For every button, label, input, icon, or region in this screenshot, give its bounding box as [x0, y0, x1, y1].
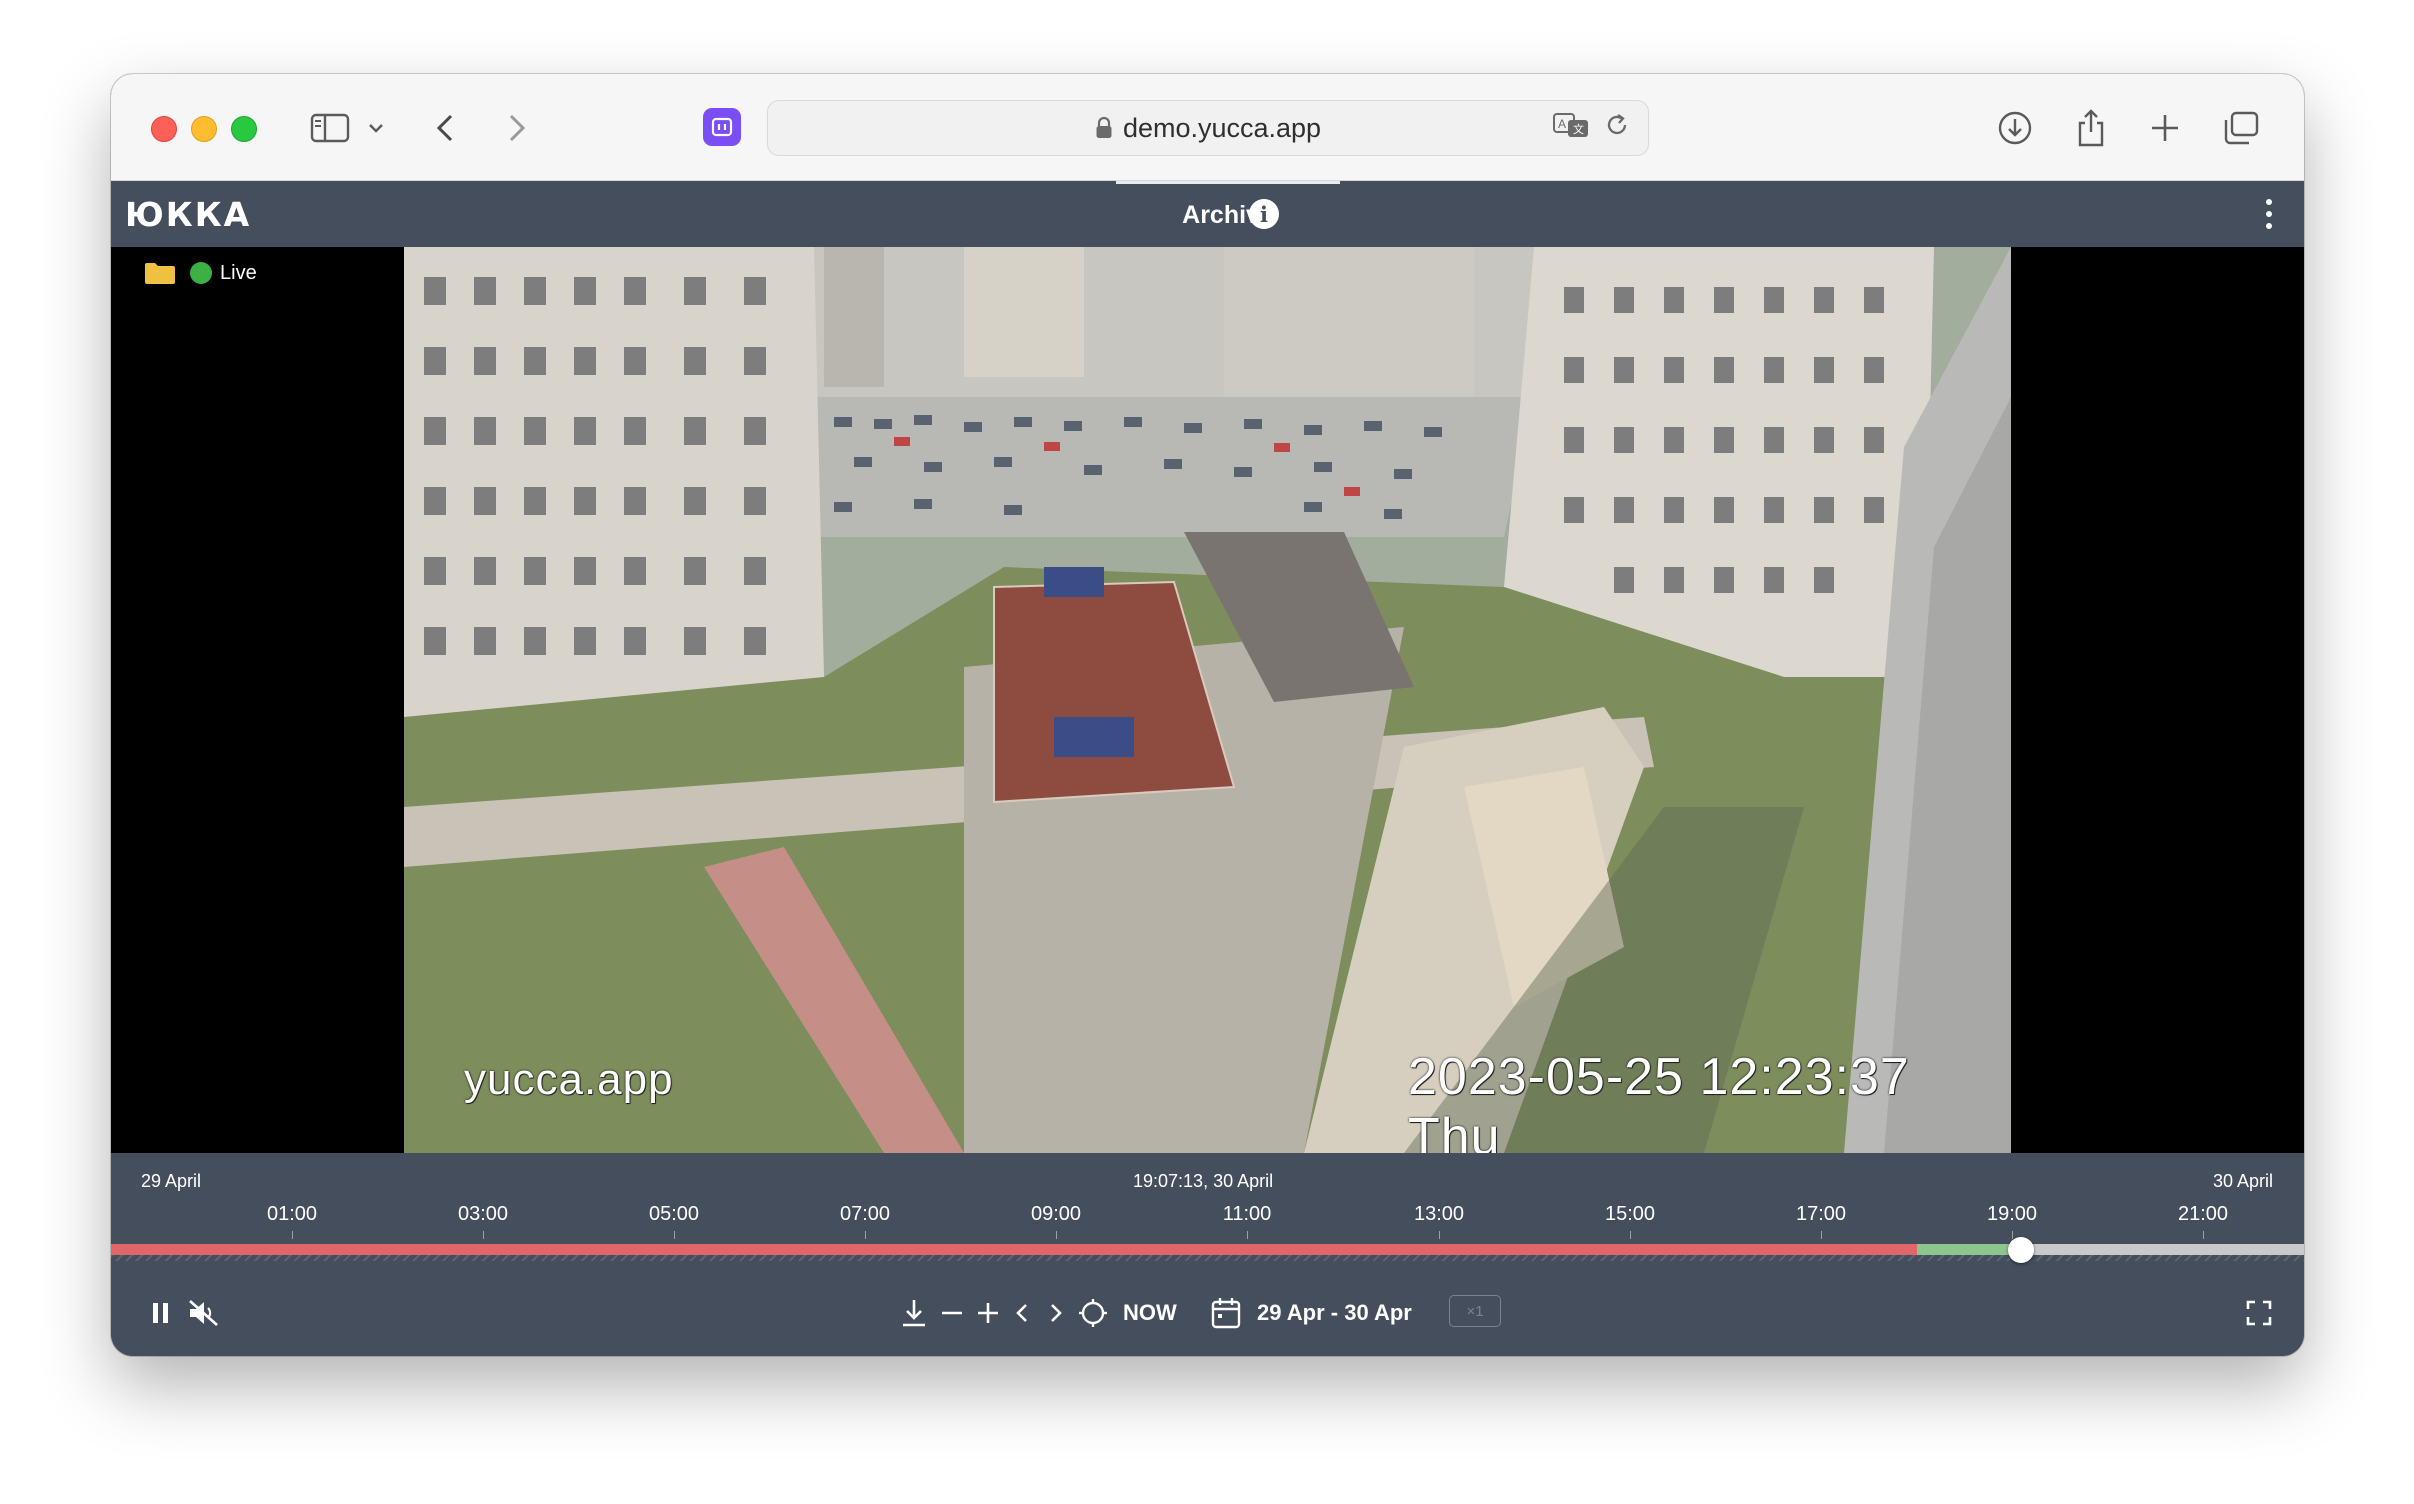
hour-label: 17:00	[1795, 1203, 1847, 1225]
lock-icon	[1095, 116, 1113, 140]
timeline-playhead[interactable]	[2008, 1237, 2034, 1263]
hour-label: 15:00	[1604, 1203, 1656, 1225]
address-bar[interactable]: demo.yucca.app A文	[767, 100, 1649, 156]
step-back-icon[interactable]	[1011, 1295, 1033, 1331]
step-forward-icon[interactable]	[1045, 1295, 1067, 1331]
date-range-button[interactable]: 29 Apr - 30 Apr	[1257, 1295, 1412, 1331]
playback-speed-button[interactable]: ×1	[1449, 1295, 1501, 1327]
video-timestamp: 2023-05-25 12:23:37 Thu	[1408, 1048, 1910, 1153]
svg-text:文: 文	[1573, 122, 1584, 136]
calendar-icon[interactable]	[1209, 1295, 1243, 1331]
translate-icon[interactable]: A文	[1552, 111, 1590, 144]
hour-label: 05:00	[648, 1203, 700, 1225]
timeline-hatch	[111, 1255, 2304, 1261]
camera-scene	[404, 247, 2011, 1153]
hour-label: 21:00	[2177, 1203, 2229, 1225]
download-clip-icon[interactable]	[899, 1295, 929, 1331]
chevron-down-icon[interactable]	[365, 106, 387, 150]
sidebar-toggle-icon[interactable]	[307, 106, 353, 150]
timeline-end-date: 30 April	[2212, 1171, 2273, 1191]
fullscreen-icon[interactable]	[2243, 1295, 2275, 1331]
hour-label: 19:00	[1986, 1203, 2038, 1225]
timeline[interactable]: 29 April 19:07:13, 30 April 30 April 01:…	[111, 1153, 2304, 1273]
hour-label: 11:00	[1222, 1203, 1272, 1225]
recorded-segment	[111, 1244, 1917, 1255]
reload-icon[interactable]	[1604, 111, 1630, 144]
camera-video[interactable]: yucca.app 2023-05-25 12:23:37 Thu	[404, 247, 2011, 1153]
tick-mark	[1821, 1231, 1822, 1239]
hour-label: 01:00	[266, 1203, 318, 1225]
forward-icon[interactable]	[505, 106, 529, 150]
app-header: ЮККА Archive i	[111, 181, 2304, 247]
tick-mark	[1630, 1231, 1631, 1239]
timeline-track[interactable]	[111, 1244, 2304, 1255]
pause-icon[interactable]	[147, 1295, 175, 1331]
tick-mark	[1056, 1231, 1057, 1239]
browser-toolbar: demo.yucca.app A文	[111, 74, 2304, 181]
tick-mark	[2203, 1231, 2204, 1239]
mute-icon[interactable]	[185, 1295, 223, 1331]
zoom-out-icon[interactable]	[939, 1295, 965, 1331]
folder-icon	[144, 261, 176, 285]
live-status-icon	[190, 262, 212, 284]
tick-mark	[865, 1231, 866, 1239]
timeline-current-time: 19:07:13, 30 April	[1133, 1171, 1274, 1191]
crosshair-icon[interactable]	[1077, 1295, 1109, 1331]
now-button[interactable]: NOW	[1123, 1295, 1177, 1331]
tab-archive[interactable]: Archive	[1116, 181, 1340, 247]
tick-mark	[292, 1231, 293, 1239]
url-text: demo.yucca.app	[1122, 112, 1322, 143]
back-icon[interactable]	[433, 106, 457, 150]
new-tab-icon[interactable]	[2145, 106, 2185, 150]
video-stage: Live yucca.app 2023-05-25 12:23:37 Thu	[111, 247, 2304, 1153]
hour-label: 07:00	[839, 1203, 891, 1225]
tick-mark	[1247, 1231, 1248, 1239]
zoom-in-icon[interactable]	[975, 1295, 1001, 1331]
close-window-button[interactable]	[151, 116, 177, 142]
tick-mark	[483, 1231, 484, 1239]
tab-overview-icon[interactable]	[2219, 106, 2263, 150]
info-icon[interactable]: i	[1249, 199, 1279, 229]
browser-window: demo.yucca.app A文 ЮККА Archive i Live yu…	[111, 74, 2304, 1356]
played-segment	[1917, 1244, 2021, 1255]
extension-icon[interactable]	[703, 108, 741, 146]
hour-label: 03:00	[457, 1203, 509, 1225]
player-controls: NOW 29 Apr - 30 Apr ×1	[111, 1273, 2304, 1356]
live-label: Live	[220, 261, 257, 284]
video-watermark: yucca.app	[464, 1055, 674, 1104]
tick-mark	[2012, 1231, 2013, 1239]
hour-label: 09:00	[1030, 1203, 1082, 1225]
sidebar-item-live[interactable]: Live	[144, 261, 257, 285]
hour-label: 13:00	[1413, 1203, 1465, 1225]
minimize-window-button[interactable]	[191, 116, 217, 142]
download-icon[interactable]	[1995, 106, 2035, 150]
zoom-window-button[interactable]	[231, 116, 257, 142]
more-menu-icon[interactable]	[2264, 199, 2274, 229]
svg-text:A: A	[1558, 117, 1566, 131]
tick-mark	[674, 1231, 675, 1239]
app-logo[interactable]: ЮККА	[125, 195, 251, 234]
timeline-start-date: 29 April	[141, 1171, 202, 1191]
share-icon[interactable]	[2071, 106, 2111, 150]
tick-mark	[1439, 1231, 1440, 1239]
